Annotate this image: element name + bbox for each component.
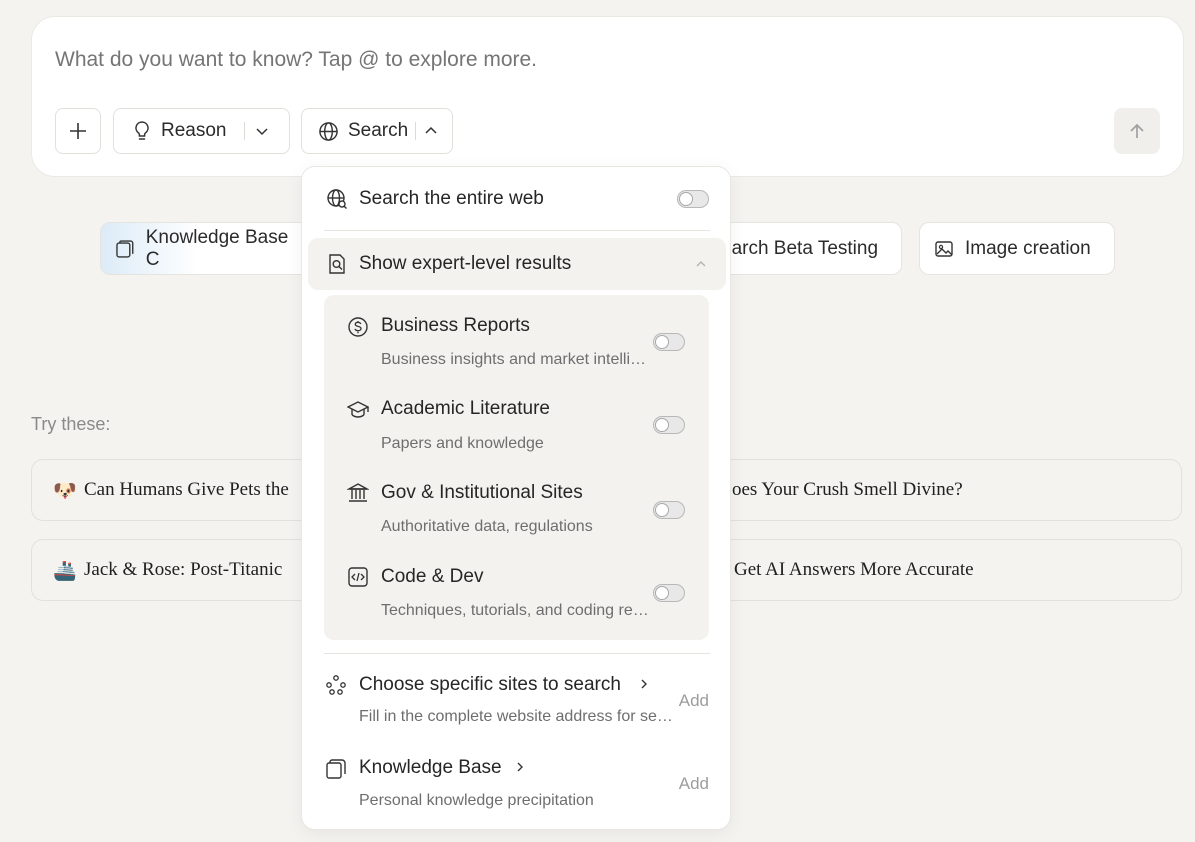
- academic-literature-toggle[interactable]: [653, 416, 685, 434]
- expert-item-business-reports[interactable]: Business Reports Business insights and m…: [324, 295, 709, 379]
- knowledge-base-title: Knowledge Base: [359, 757, 502, 778]
- reason-button[interactable]: Reason: [113, 108, 290, 154]
- expert-results-title: Show expert-level results: [359, 253, 572, 274]
- expert-item-title: Gov & Institutional Sites: [381, 482, 583, 503]
- specific-sites-title: Choose specific sites to search: [359, 674, 621, 695]
- chevron-up-icon[interactable]: [695, 258, 707, 270]
- reason-label: Reason: [161, 120, 227, 141]
- image-icon: [935, 240, 953, 257]
- expert-item-code-dev[interactable]: Code & Dev Techniques, tutorials, and co…: [324, 547, 709, 637]
- expert-item-title: Business Reports: [381, 315, 530, 336]
- suggestion-text-left: Jack & Rose: Post-Titanic: [84, 559, 283, 580]
- expert-item-academic-literature[interactable]: Academic Literature Papers and knowledge: [324, 379, 709, 463]
- expert-item-desc: Techniques, tutorials, and coding resour…: [381, 602, 651, 619]
- chip-image-creation[interactable]: Image creation: [919, 222, 1115, 275]
- arrow-up-icon: [1130, 123, 1144, 138]
- send-button[interactable]: [1114, 108, 1160, 154]
- add-knowledge-base-button[interactable]: Add: [679, 774, 709, 794]
- suggestion-emoji: 🐶: [53, 481, 77, 502]
- expert-item-desc: Authoritative data, regulations: [381, 518, 593, 535]
- chip-knowledge-base[interactable]: Knowledge Base C: [100, 222, 320, 275]
- globe-icon: [319, 121, 338, 141]
- suggestion-text-left: Can Humans Give Pets the: [84, 479, 289, 500]
- expert-results-header[interactable]: Show expert-level results: [308, 238, 726, 290]
- separator: [415, 122, 417, 140]
- chevron-right-icon: [517, 762, 523, 772]
- institution-icon: [347, 483, 369, 502]
- chevron-up-icon[interactable]: [424, 124, 438, 138]
- search-web-title: Search the entire web: [359, 188, 544, 209]
- specific-sites-row[interactable]: Choose specific sites to search Fill in …: [302, 664, 732, 744]
- suggestion-text-right: Get AI Answers More Accurate: [734, 559, 974, 580]
- search-button[interactable]: Search: [301, 108, 453, 154]
- specific-sites-desc: Fill in the complete website address for…: [359, 708, 677, 725]
- chip-label: earch Beta Testing: [721, 237, 879, 259]
- code-icon: [348, 567, 368, 587]
- separator: [243, 122, 245, 140]
- expert-item-title: Code & Dev: [381, 566, 484, 587]
- add-button[interactable]: [55, 108, 101, 154]
- code-dev-toggle[interactable]: [653, 584, 685, 602]
- graduation-cap-icon: [347, 401, 369, 418]
- knowledge-base-icon: [326, 759, 346, 779]
- divider: [324, 653, 710, 654]
- chip-label: Image creation: [965, 237, 1091, 259]
- suggestion-emoji: 🚢: [53, 561, 77, 582]
- nodes-icon: [326, 675, 346, 695]
- knowledge-base-desc: Personal knowledge precipitation: [359, 792, 594, 809]
- divider: [324, 230, 710, 231]
- search-web-row[interactable]: Search the entire web: [302, 167, 732, 229]
- search-options-dropdown: Search the entire web Show expert-level …: [301, 166, 731, 830]
- expert-item-title: Academic Literature: [381, 398, 550, 419]
- globe-search-icon: [327, 189, 347, 209]
- suggestion-text-right: oes Your Crush Smell Divine?: [732, 479, 963, 500]
- chevron-right-icon: [641, 679, 647, 689]
- expert-item-gov-institutional[interactable]: Gov & Institutional Sites Authoritative …: [324, 463, 709, 547]
- document-search-icon: [329, 254, 345, 274]
- try-these-label: Try these:: [31, 414, 111, 434]
- gov-sites-toggle[interactable]: [653, 501, 685, 519]
- search-web-toggle[interactable]: [677, 190, 709, 208]
- lightbulb-icon: [135, 121, 149, 140]
- knowledge-base-row[interactable]: Knowledge Base Personal knowledge precip…: [302, 747, 732, 827]
- expert-results-list: Business Reports Business insights and m…: [324, 295, 709, 640]
- expert-item-desc: Papers and knowledge: [381, 435, 544, 452]
- chip-label: Knowledge Base C: [145, 226, 289, 270]
- add-sites-button[interactable]: Add: [679, 691, 709, 711]
- prompt-input[interactable]: [55, 48, 955, 72]
- knowledge-base-icon: [116, 239, 134, 258]
- search-label: Search: [348, 120, 409, 141]
- composer-card: Reason Search: [31, 16, 1184, 177]
- plus-icon: [70, 123, 86, 139]
- expert-item-desc: Business insights and market intelligenc…: [381, 351, 653, 368]
- business-reports-toggle[interactable]: [653, 333, 685, 351]
- chevron-down-icon[interactable]: [255, 124, 269, 138]
- dollar-circle-icon: [348, 317, 368, 337]
